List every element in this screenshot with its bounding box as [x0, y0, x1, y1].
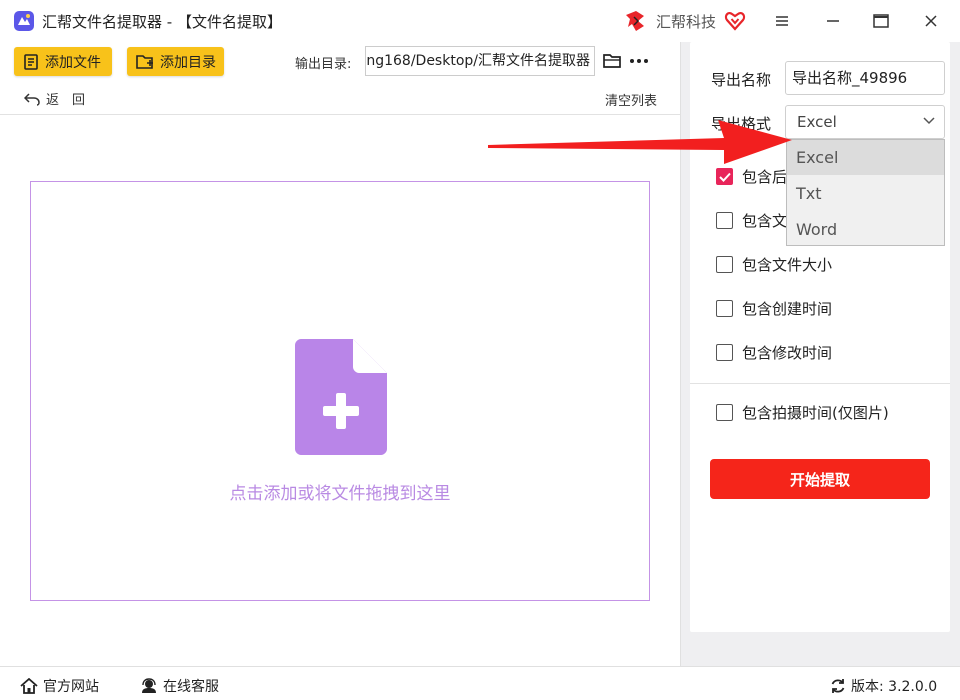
- add-directory-button[interactable]: 添加目录: [127, 47, 224, 76]
- export-format-select[interactable]: Excel: [785, 105, 945, 139]
- export-name-label: 导出名称: [711, 71, 772, 89]
- window-title: 汇帮文件名提取器 - 【文件名提取】: [42, 13, 282, 31]
- option-label: 包含拍摄时间(仅图片): [742, 404, 889, 422]
- drop-hint-text: 点击添加或将文件拖拽到这里: [229, 484, 451, 504]
- format-dropdown-list: Excel Txt Word: [786, 139, 945, 246]
- online-service-link[interactable]: 在线客服: [140, 676, 219, 696]
- menu-button[interactable]: [767, 6, 797, 36]
- option-label: 包含创建时间: [742, 300, 833, 318]
- checkbox-unchecked[interactable]: [716, 404, 733, 421]
- version-info[interactable]: 版本: 3.2.0.0: [830, 676, 937, 696]
- add-folder-icon: [136, 54, 153, 69]
- app-logo-icon: [14, 11, 34, 31]
- output-dir-input[interactable]: ang168/Desktop/汇帮文件名提取器: [365, 46, 595, 76]
- option-include-modified[interactable]: 包含修改时间: [716, 342, 832, 363]
- check-icon: [718, 172, 731, 182]
- status-bar: 官方网站 在线客服 版本: 3.2.0.0: [0, 666, 960, 700]
- add-directory-label: 添加目录: [160, 54, 216, 71]
- back-button[interactable]: 返回: [24, 89, 98, 108]
- open-folder-icon[interactable]: [602, 52, 622, 70]
- brand-name: 汇帮科技: [656, 13, 717, 31]
- option-include-extension[interactable]: 包含后: [716, 166, 787, 187]
- start-extract-button[interactable]: 开始提取: [710, 459, 930, 499]
- minimize-icon: [827, 20, 839, 22]
- output-dir-label: 输出目录:: [295, 57, 352, 72]
- output-dir-value: ang168/Desktop/汇帮文件名提取器: [365, 53, 590, 69]
- maximize-button[interactable]: [866, 6, 896, 36]
- option-include-capture-time[interactable]: 包含拍摄时间(仅图片): [716, 402, 889, 423]
- add-file-button[interactable]: 添加文件: [14, 47, 112, 76]
- add-document-icon: [295, 339, 387, 455]
- option-label: 包含修改时间: [742, 344, 833, 362]
- chevron-down-icon: [923, 117, 935, 125]
- checkbox-unchecked[interactable]: [716, 212, 733, 229]
- format-option-txt[interactable]: Txt: [787, 176, 944, 211]
- home-icon: [20, 678, 38, 694]
- clear-list-button[interactable]: 清空列表: [605, 90, 657, 109]
- export-format-value: Excel: [797, 113, 837, 131]
- option-include-created[interactable]: 包含创建时间: [716, 298, 832, 319]
- undo-arrow-icon: [24, 92, 40, 106]
- back-label: 返回: [46, 93, 99, 108]
- minimize-button[interactable]: [818, 6, 848, 36]
- menu-icon: [776, 16, 788, 26]
- maximize-icon: [873, 14, 889, 28]
- refresh-icon: [831, 679, 845, 693]
- headset-icon: [142, 678, 156, 693]
- heart-icon[interactable]: [724, 10, 746, 32]
- title-bar: 汇帮文件名提取器 - 【文件名提取】 汇帮科技: [0, 0, 960, 42]
- version-label: 版本: 3.2.0.0: [851, 679, 938, 695]
- export-name-input[interactable]: 导出名称_49896: [785, 61, 945, 95]
- file-drop-zone[interactable]: 点击添加或将文件拖拽到这里: [30, 181, 650, 601]
- brand-logo-icon: [626, 11, 644, 31]
- option-label: 包含文件大小: [742, 256, 833, 274]
- option-include-size[interactable]: 包含文件大小: [716, 254, 832, 275]
- panel-divider: [690, 383, 950, 384]
- add-file-label: 添加文件: [45, 54, 101, 71]
- option-label: 包含文: [742, 212, 788, 230]
- checkbox-unchecked[interactable]: [716, 300, 733, 317]
- option-label: 包含后: [742, 168, 788, 186]
- website-label: 官方网站: [43, 679, 99, 695]
- close-button[interactable]: [916, 6, 946, 36]
- option-include-path[interactable]: 包含文: [716, 210, 787, 231]
- checkbox-checked[interactable]: [716, 168, 733, 185]
- checkbox-unchecked[interactable]: [716, 344, 733, 361]
- format-option-word[interactable]: Word: [787, 212, 944, 247]
- service-label: 在线客服: [163, 679, 219, 695]
- toolbar-divider: [0, 114, 680, 115]
- official-website-link[interactable]: 官方网站: [20, 676, 99, 696]
- format-option-excel[interactable]: Excel: [787, 140, 944, 175]
- close-icon: [925, 15, 937, 27]
- more-options-icon[interactable]: [629, 54, 649, 68]
- checkbox-unchecked[interactable]: [716, 256, 733, 273]
- export-format-label: 导出格式: [711, 115, 772, 133]
- add-file-icon: [24, 53, 38, 70]
